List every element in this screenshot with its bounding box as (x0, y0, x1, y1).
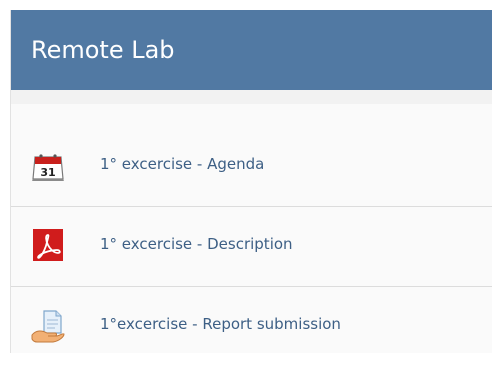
document-hand-icon (31, 309, 65, 343)
calendar-day-text: 31 (40, 166, 55, 179)
remote-lab-panel: Remote Lab 31 1° excercise - Agenda 1° e… (10, 10, 492, 353)
calendar-icon: 31 (31, 149, 65, 183)
page: Remote Lab 31 1° excercise - Agenda 1° e… (0, 0, 492, 353)
panel-header: Remote Lab (11, 10, 492, 90)
agenda-link[interactable]: 1° excercise - Agenda (100, 154, 264, 174)
list-item-agenda[interactable]: 31 1° excercise - Agenda (11, 127, 492, 207)
description-link[interactable]: 1° excercise - Description (100, 234, 293, 254)
list-item-description[interactable]: 1° excercise - Description (11, 207, 492, 287)
header-spacer (11, 90, 492, 104)
page-title: Remote Lab (31, 36, 175, 64)
list-item-report-submission[interactable]: 1°excercise - Report submission (11, 287, 492, 367)
report-submission-link[interactable]: 1°excercise - Report submission (100, 314, 341, 334)
pdf-icon (31, 229, 65, 263)
